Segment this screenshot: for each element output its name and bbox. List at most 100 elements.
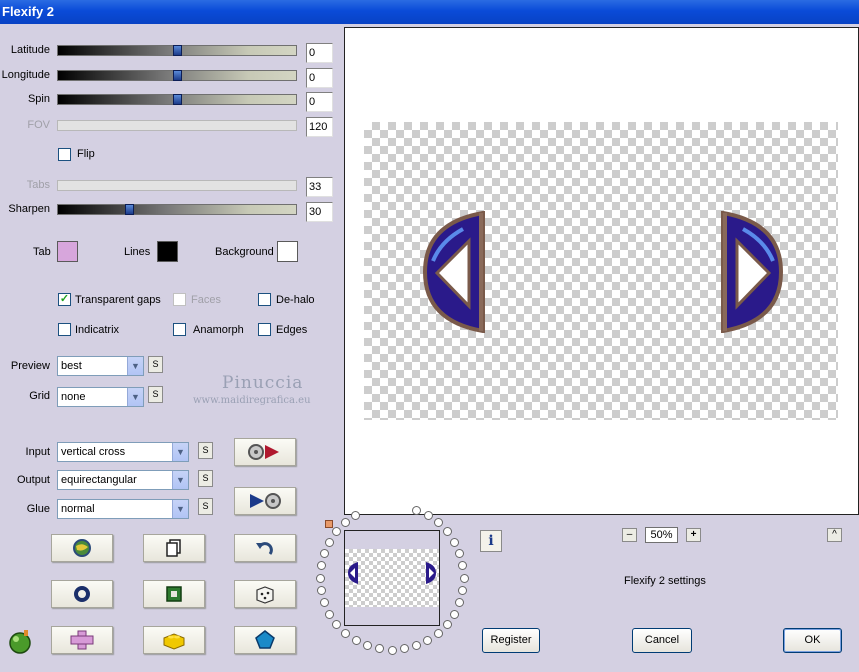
tab-color-label: Tab xyxy=(33,246,51,258)
fov-slider xyxy=(57,120,297,131)
tabs-input: 33 xyxy=(306,177,333,197)
register-button[interactable]: Register xyxy=(482,628,540,653)
glue-select[interactable]: normal ▼ xyxy=(57,499,189,519)
output-s-button[interactable]: S xyxy=(198,470,213,487)
anamorph-checkbox[interactable] xyxy=(173,323,186,336)
disc-to-triangle-icon xyxy=(248,444,279,460)
tabs-label: Tabs xyxy=(26,179,50,191)
settings-label: Flexify 2 settings xyxy=(624,575,706,587)
navigator-dot xyxy=(315,573,325,583)
thumbnail-left-shape xyxy=(348,562,358,584)
input-s-button[interactable]: S xyxy=(198,442,213,459)
cross-button[interactable] xyxy=(51,626,113,654)
latitude-slider-thumb[interactable] xyxy=(173,45,182,56)
edges-checkbox[interactable] xyxy=(258,323,271,336)
convert-forward-button[interactable] xyxy=(234,438,296,466)
grid-select[interactable]: none ▼ xyxy=(57,387,144,407)
de-halo-checkbox[interactable] xyxy=(258,293,271,306)
brick-button[interactable] xyxy=(143,626,205,654)
preview-select[interactable]: best ▼ xyxy=(57,356,144,376)
de-halo-label: De-halo xyxy=(276,294,315,306)
sharpen-label: Sharpen xyxy=(8,203,50,215)
indicatrix-label: Indicatrix xyxy=(75,324,120,336)
longitude-slider-thumb[interactable] xyxy=(173,70,182,81)
background-color-swatch[interactable] xyxy=(277,241,298,262)
grid-select-value: none xyxy=(61,391,86,403)
grid-s-button[interactable]: S xyxy=(148,386,163,403)
dice-button[interactable] xyxy=(234,580,296,608)
flip-checkbox[interactable] xyxy=(58,148,71,161)
latitude-slider[interactable] xyxy=(57,45,297,56)
chevron-down-icon[interactable]: ▼ xyxy=(127,357,143,375)
chevron-down-icon[interactable]: ▼ xyxy=(172,443,188,461)
globe-icon xyxy=(73,539,91,557)
navigator-dot xyxy=(351,635,361,645)
fov-input: 120 xyxy=(306,117,333,137)
undo-button[interactable] xyxy=(234,534,296,562)
cross-icon xyxy=(70,630,94,650)
longitude-label: Longitude xyxy=(1,69,50,81)
navigator-dot xyxy=(449,537,459,547)
edges-label: Edges xyxy=(276,324,308,336)
sharpen-input[interactable]: 30 xyxy=(306,202,333,222)
lines-color-swatch[interactable] xyxy=(157,241,178,262)
undo-arrow-icon xyxy=(256,542,273,555)
fov-label: FOV xyxy=(27,119,50,131)
navigator-dot xyxy=(341,518,351,528)
info-button[interactable]: i xyxy=(480,530,502,552)
yellow-brick-icon xyxy=(163,633,185,650)
pentagon-button[interactable] xyxy=(234,626,296,654)
green-planet-icon xyxy=(9,630,31,654)
right-shape xyxy=(721,211,783,333)
preview-canvas[interactable] xyxy=(344,27,859,515)
navigator-dot xyxy=(316,561,326,571)
indicatrix-checkbox[interactable] xyxy=(58,323,71,336)
navigator-dot xyxy=(325,609,335,619)
input-select[interactable]: vertical cross ▼ xyxy=(57,442,189,462)
preview-label: Preview xyxy=(10,360,50,372)
spin-input[interactable]: 0 xyxy=(306,92,333,112)
thumbnail-right-shape xyxy=(426,562,436,584)
square-button[interactable] xyxy=(143,580,205,608)
faces-label: Faces xyxy=(191,294,221,306)
spin-slider[interactable] xyxy=(57,94,297,105)
chevron-down-icon[interactable]: ▼ xyxy=(172,500,188,518)
navigator-dot xyxy=(332,619,342,629)
cancel-button[interactable]: Cancel xyxy=(632,628,692,653)
navigator-dot xyxy=(375,644,384,654)
navigator-dot xyxy=(319,598,329,608)
zoom-out-button[interactable]: – xyxy=(622,528,637,542)
triangle-to-disc-icon xyxy=(250,493,281,509)
chevron-down-icon[interactable]: ▼ xyxy=(172,471,188,489)
tab-color-swatch[interactable] xyxy=(57,241,78,262)
ok-button[interactable]: OK xyxy=(783,628,842,653)
longitude-input[interactable]: 0 xyxy=(306,68,333,88)
input-label: Input xyxy=(25,446,50,458)
navigator-handle[interactable] xyxy=(325,520,333,528)
longitude-slider[interactable] xyxy=(57,70,297,81)
glue-s-button[interactable]: S xyxy=(198,498,213,515)
spin-slider-thumb[interactable] xyxy=(173,94,182,105)
preview-s-button[interactable]: S xyxy=(148,356,163,373)
chevron-down-icon[interactable]: ▼ xyxy=(127,388,143,406)
output-select[interactable]: equirectangular ▼ xyxy=(57,470,189,490)
navigator-dot xyxy=(423,511,433,521)
sharpen-slider[interactable] xyxy=(57,204,297,215)
navigator-dot xyxy=(412,505,422,515)
scroll-up-button[interactable]: ^ xyxy=(827,528,842,542)
zoom-in-button[interactable]: + xyxy=(686,528,701,542)
latitude-input[interactable]: 0 xyxy=(306,43,333,63)
transparent-gaps-checkbox[interactable]: ✓ xyxy=(58,293,71,306)
randomize-button[interactable] xyxy=(51,534,113,562)
thumbnail-preview[interactable] xyxy=(344,530,440,626)
ring-button[interactable] xyxy=(51,580,113,608)
sharpen-slider-thumb[interactable] xyxy=(125,204,135,215)
zoom-level: 50% xyxy=(645,527,678,543)
navigator-dot xyxy=(351,511,361,521)
left-shape xyxy=(423,211,485,333)
input-select-value: vertical cross xyxy=(61,446,126,458)
navigator-dot xyxy=(387,645,397,655)
copy-button[interactable] xyxy=(143,534,205,562)
convert-back-button[interactable] xyxy=(234,487,296,515)
navigator-dot xyxy=(442,527,452,537)
